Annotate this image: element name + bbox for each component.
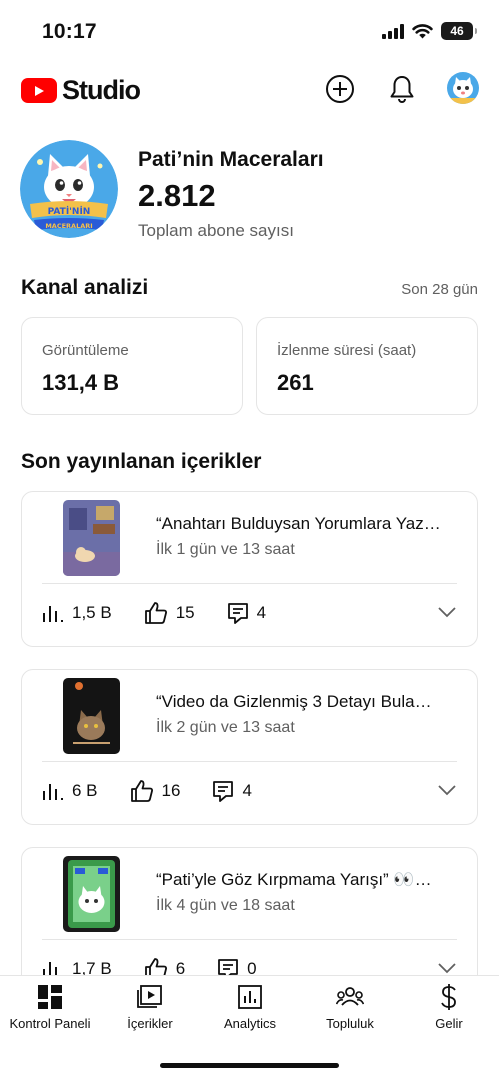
dashboard-icon [38, 985, 62, 1009]
video-title: “Video da Gizlenmiş 3 Detayı Bula… [156, 692, 432, 711]
video-metrics: 6 B 16 4 [42, 780, 284, 802]
comments-count: 4 [256, 603, 267, 622]
bar-chart-icon [43, 784, 63, 800]
divider [42, 939, 457, 940]
nav-label: İçerikler [127, 1016, 173, 1031]
comment-icon [213, 781, 234, 802]
watch-time-label: İzlenme süresi (saat) [277, 342, 417, 359]
youtube-logo-icon [21, 78, 57, 103]
views-count: 1,5 B [72, 603, 112, 622]
nav-earn[interactable]: Gelir [399, 984, 499, 1034]
wifi-icon [412, 24, 433, 39]
video-title: “Anahtarı Bulduysan Yorumlara Yaz… [156, 514, 441, 533]
likes-metric: 15 [144, 602, 195, 624]
analytics-title: Kanal analizi [21, 276, 149, 299]
subscriber-count: 2.812 [138, 178, 216, 213]
app-header: Studio [0, 66, 499, 112]
views-metric: 6 B [42, 781, 98, 801]
likes-count: 16 [161, 781, 181, 800]
comments-metric: 4 [212, 780, 252, 802]
thumbs-up-icon [130, 780, 153, 802]
views-label: Görüntüleme [42, 342, 129, 359]
home-indicator[interactable] [160, 1063, 339, 1068]
content-icon [137, 985, 162, 1008]
signal-icon [382, 23, 404, 39]
notifications-button[interactable] [386, 73, 418, 105]
analytics-period: Son 28 gün [401, 281, 478, 298]
video-card[interactable]: “Anahtarı Bulduysan Yorumlara Yaz… İlk 1… [21, 491, 478, 647]
thumbnail-cat-icon [63, 678, 120, 754]
status-icons: 46 [382, 22, 477, 40]
nav-label: Topluluk [326, 1016, 374, 1031]
account-avatar[interactable] [447, 72, 479, 104]
battery-indicator: 46 [441, 22, 477, 40]
battery-level-text: 46 [450, 24, 464, 38]
nav-dashboard[interactable]: Kontrol Paneli [0, 984, 100, 1034]
plus-circle-icon [326, 75, 354, 103]
cat-avatar-icon [447, 72, 479, 104]
recent-content-title: Son yayınlanan içerikler [21, 450, 262, 473]
chevron-down-icon[interactable] [437, 962, 457, 974]
bell-icon [390, 76, 414, 103]
comments-count: 4 [242, 781, 252, 800]
nav-label: Gelir [435, 1016, 463, 1031]
channel-summary: PATİ'NİN MACERALARI Pati’nin Maceraları … [20, 140, 480, 240]
analytics-icon [238, 985, 262, 1009]
logo-text: Studio [62, 75, 141, 105]
chevron-down-icon[interactable] [437, 784, 457, 796]
nav-content[interactable]: İçerikler [100, 984, 200, 1034]
nav-label: Kontrol Paneli [9, 1016, 91, 1031]
nav-label: Analytics [223, 1016, 277, 1031]
create-button[interactable] [324, 73, 356, 105]
video-title: “Pati’yle Göz Kırpmama Yarışı” 👀… [156, 870, 432, 889]
comments-metric: 4 [227, 602, 266, 624]
chevron-down-icon[interactable] [437, 606, 457, 618]
views-value: 131,4 B [42, 370, 120, 395]
video-card[interactable]: “Video da Gizlenmiş 3 Detayı Bula… İlk 2… [21, 669, 478, 825]
views-metric: 1,5 B [42, 603, 112, 623]
likes-count: 15 [175, 603, 195, 622]
channel-avatar[interactable]: PATİ'NİN MACERALARI [20, 140, 118, 238]
watch-time-value: 261 [277, 370, 314, 395]
views-card[interactable]: Görüntüleme 131,4 B [21, 317, 243, 415]
video-metrics: 1,5 B 15 4 [42, 602, 298, 624]
watch-time-card[interactable]: İzlenme süresi (saat) 261 [256, 317, 478, 415]
status-time: 10:17 [42, 20, 97, 43]
svg-text:PATİ'NİN: PATİ'NİN [48, 206, 91, 217]
community-icon [336, 987, 364, 1006]
likes-metric: 16 [130, 780, 181, 802]
subscriber-label: Toplam abone sayısı [138, 221, 294, 240]
comment-icon [227, 603, 248, 624]
nav-community[interactable]: Topluluk [300, 984, 400, 1034]
bar-chart-icon [43, 606, 63, 622]
thumbs-up-icon [144, 602, 167, 624]
video-thumbnail[interactable] [63, 856, 120, 932]
video-thumbnail[interactable] [63, 678, 120, 754]
divider [42, 583, 457, 584]
thumbnail-room-icon [63, 500, 120, 576]
svg-text:MACERALARI: MACERALARI [45, 222, 92, 230]
channel-name: Pati’nin Maceraları [138, 148, 324, 171]
video-age: İlk 4 gün ve 18 saat [156, 897, 295, 914]
nav-analytics[interactable]: Analytics [200, 984, 300, 1034]
studio-logo[interactable]: Studio [21, 75, 141, 106]
video-age: İlk 2 gün ve 13 saat [156, 719, 295, 736]
video-age: İlk 1 gün ve 13 saat [156, 541, 295, 558]
earn-icon [441, 984, 456, 1010]
thumbnail-cat-icon [63, 856, 120, 932]
status-bar: 10:17 46 [0, 0, 499, 60]
divider [42, 761, 457, 762]
cat-avatar-icon: PATİ'NİN MACERALARI [20, 140, 118, 238]
views-count: 6 B [72, 781, 98, 800]
video-thumbnail[interactable] [63, 500, 120, 576]
